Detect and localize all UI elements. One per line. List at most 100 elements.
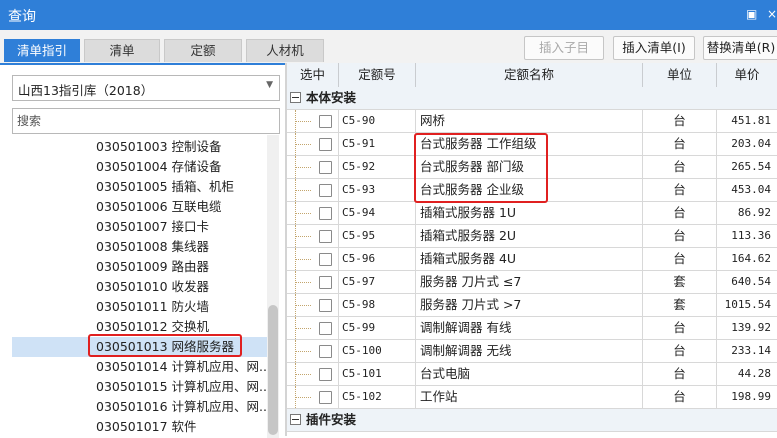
scrollbar-thumb[interactable]	[268, 305, 278, 435]
cell-name: 调制解调器 无线	[416, 340, 643, 362]
table-row[interactable]: C5-90 网桥台 451.81	[287, 110, 777, 133]
tree-item[interactable]: 030501008 集线器	[12, 237, 267, 257]
table-row[interactable]: C5-95 插箱式服务器 2U 台 113.36	[287, 225, 777, 248]
replace-bill-button[interactable]: 替换清单(R)	[703, 36, 777, 60]
cell-price: 640.54	[731, 275, 771, 288]
row-checkbox[interactable]	[319, 161, 332, 174]
cell-unit: 套	[643, 294, 717, 316]
cell-select	[287, 248, 339, 270]
table-row[interactable]: C5-101 台式电脑台 44.28	[287, 363, 777, 386]
table-row[interactable]: C5-102 工作站台 198.99	[287, 386, 777, 409]
title-bar: 查询 ▣ ×	[0, 0, 777, 30]
tree-item[interactable]: 030501009 路由器	[12, 257, 267, 277]
insert-bill-button[interactable]: 插入清单(I)	[613, 36, 695, 60]
row-checkbox[interactable]	[319, 184, 332, 197]
cell-code: C5-102	[339, 386, 416, 408]
table-row[interactable]: C5-94 插箱式服务器 1U 台 86.92	[287, 202, 777, 225]
collapse-icon[interactable]	[290, 414, 301, 425]
collapse-icon[interactable]	[290, 92, 301, 103]
row-checkbox[interactable]	[319, 276, 332, 289]
cell-unit: 台	[643, 133, 717, 155]
tree-connector	[295, 397, 311, 398]
library-select-value: 山西13指引库（2018）	[18, 83, 154, 98]
tree-item[interactable]: 030501006 互联电缆	[12, 197, 267, 217]
cell-unit: 套	[643, 271, 717, 293]
tree-item[interactable]: 030501007 接口卡	[12, 217, 267, 237]
row-checkbox[interactable]	[319, 345, 332, 358]
cell-unit: 台	[643, 386, 717, 408]
tree-connector	[295, 282, 311, 283]
cell-select	[287, 363, 339, 385]
cell-code: C5-90	[339, 110, 416, 132]
search-field[interactable]	[12, 108, 280, 134]
cell-unit: 台	[643, 317, 717, 339]
cell-name: 台式电脑	[416, 363, 643, 385]
cell-select	[287, 156, 339, 178]
tree-item-label: 030501007 接口卡	[96, 219, 210, 234]
tab-bill-guide[interactable]: 清单指引	[4, 39, 80, 62]
row-checkbox[interactable]	[319, 322, 332, 335]
tree-connector	[295, 259, 311, 260]
library-select[interactable]: 山西13指引库（2018） ▼	[12, 75, 280, 101]
search-input[interactable]	[17, 111, 272, 131]
cell-name: 服务器 刀片式 ≤7	[416, 271, 643, 293]
cell-unit: 台	[643, 248, 717, 270]
tree-item[interactable]: 030501010 收发器	[12, 277, 267, 297]
insert-child-button[interactable]: 插入子目	[524, 36, 604, 60]
tree-item[interactable]: 030501017 软件	[12, 417, 267, 437]
table-row[interactable]: C5-99 调制解调器 有线台 139.92	[287, 317, 777, 340]
table-row[interactable]: C5-98 服务器 刀片式 >7 套 1015.54	[287, 294, 777, 317]
tab-quota[interactable]: 定额	[164, 39, 242, 62]
tree-item[interactable]: 030501015 计算机应用、网...	[12, 377, 267, 397]
close-icon[interactable]: ×	[767, 6, 777, 22]
cell-name: 插箱式服务器 4U	[416, 248, 643, 270]
tree-item[interactable]: 030501004 存储设备	[12, 157, 267, 177]
cell-code: C5-95	[339, 225, 416, 247]
row-checkbox[interactable]	[319, 230, 332, 243]
cell-unit: 台	[643, 202, 717, 224]
group-label: 本体安装	[306, 90, 357, 105]
cell-select	[287, 110, 339, 132]
table-row[interactable]: C5-97 服务器 刀片式 ≤7 套 640.54	[287, 271, 777, 294]
rows-highlight-box	[414, 133, 548, 203]
restore-icon[interactable]: ▣	[746, 6, 757, 22]
tab-labor-material-machine[interactable]: 人材机	[246, 39, 324, 62]
group-row[interactable]: 插件安装	[287, 409, 777, 432]
tree-item-label: 030501016 计算机应用、网...	[96, 399, 267, 414]
tree-item[interactable]: 030501014 计算机应用、网...	[12, 357, 267, 377]
table-row[interactable]: C5-100 调制解调器 无线台 233.14	[287, 340, 777, 363]
row-checkbox[interactable]	[319, 115, 332, 128]
tree-connector	[295, 213, 311, 214]
row-checkbox[interactable]	[319, 138, 332, 151]
tree-item[interactable]: 030501005 插箱、机柜	[12, 177, 267, 197]
tree-connector	[295, 167, 311, 168]
cell-name: 插箱式服务器 1U	[416, 202, 643, 224]
col-header-code: 定额号	[339, 63, 416, 87]
cell-price: 233.14	[731, 344, 771, 357]
cell-price: 44.28	[737, 367, 771, 380]
group-row[interactable]: 本体安装	[287, 87, 777, 110]
row-checkbox[interactable]	[319, 207, 332, 220]
col-header-select: 选中	[287, 63, 339, 87]
cell-price: 451.81	[731, 114, 771, 127]
cell-code: C5-96	[339, 248, 416, 270]
cell-code: C5-101	[339, 363, 416, 385]
cell-name: 网桥	[416, 110, 643, 132]
tree-item[interactable]: 030501003 控制设备	[12, 137, 267, 157]
col-header-name: 定额名称	[416, 63, 643, 87]
tree-scrollbar[interactable]	[267, 135, 279, 438]
row-checkbox[interactable]	[319, 391, 332, 404]
table-row[interactable]: C5-96 插箱式服务器 4U 台 164.62	[287, 248, 777, 271]
chevron-down-icon: ▼	[266, 80, 273, 90]
cell-code: C5-97	[339, 271, 416, 293]
row-checkbox[interactable]	[319, 368, 332, 381]
tree-item[interactable]: 030501011 防火墙	[12, 297, 267, 317]
tab-bill[interactable]: 清单	[84, 39, 160, 62]
row-checkbox[interactable]	[319, 299, 332, 312]
cell-select	[287, 317, 339, 339]
tree-item[interactable]: 030501016 计算机应用、网...	[12, 397, 267, 417]
tree-item-label: 030501004 存储设备	[96, 159, 222, 174]
row-checkbox[interactable]	[319, 253, 332, 266]
cell-price: 198.99	[731, 390, 771, 403]
tree-item-label: 030501017 软件	[96, 419, 197, 434]
